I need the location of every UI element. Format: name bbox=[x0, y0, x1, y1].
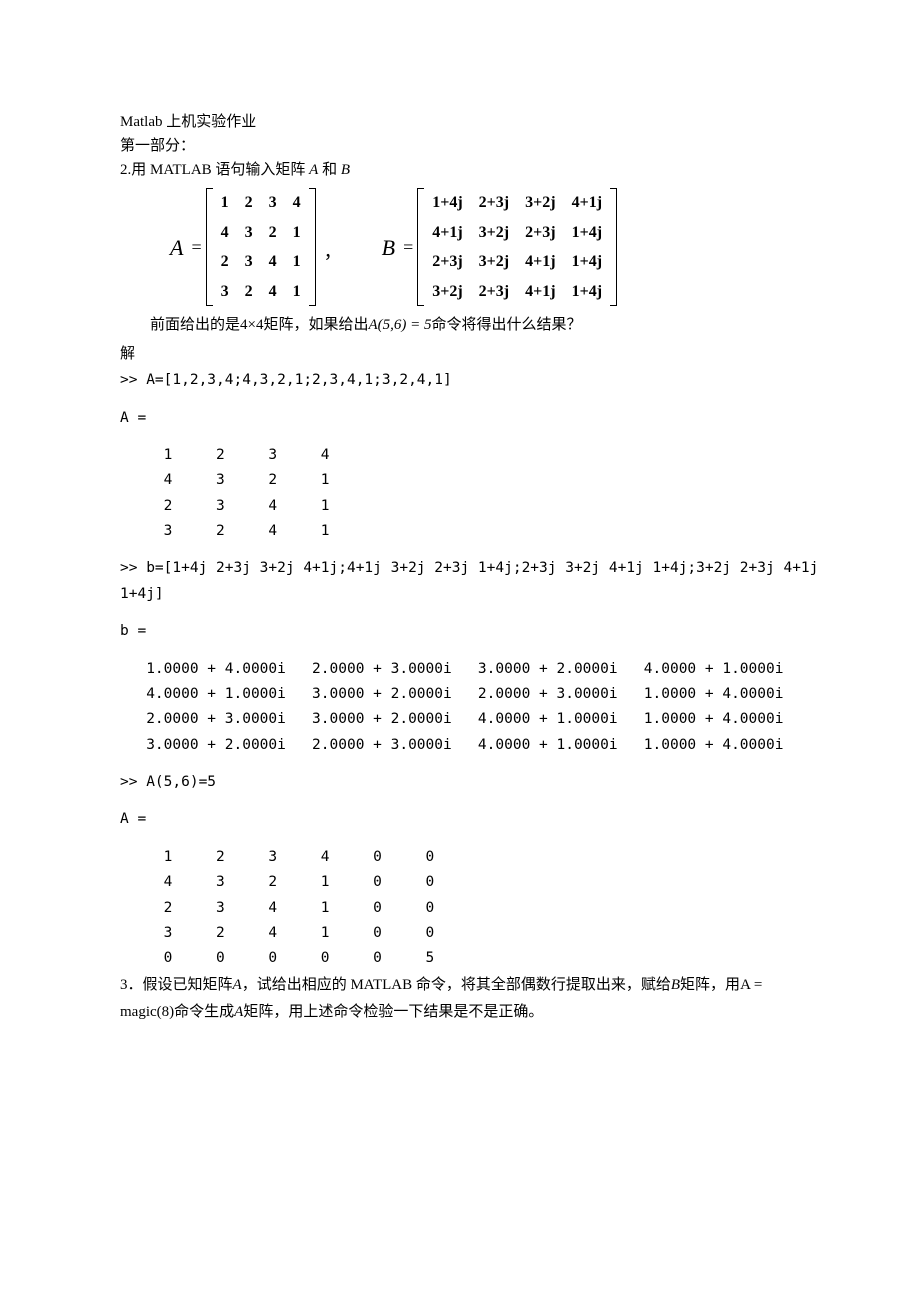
var-B: B bbox=[341, 162, 350, 178]
comma: ， bbox=[324, 238, 342, 307]
matrix-B: 1+4j2+3j3+2j4+1j 4+1j3+2j2+3j1+4j 2+3j3+… bbox=[417, 188, 617, 306]
matrix-A: 1234 4321 2341 3241 bbox=[206, 188, 316, 306]
q2-and: 和 bbox=[322, 162, 337, 178]
output-b-header: b = bbox=[120, 619, 800, 644]
code-input-2: >> b=[1+4j 2+3j 3+2j 4+1j;4+1j 3+2j 2+3j… bbox=[120, 556, 800, 607]
question-2-intro: 2.用 MATLAB 语句输入矩阵 A 和 B bbox=[120, 158, 800, 182]
code-input-3: >> A(5,6)=5 bbox=[120, 770, 800, 795]
section-header: 第一部分： bbox=[120, 134, 800, 158]
equals-sign: = bbox=[403, 233, 413, 262]
document-title: Matlab 上机实验作业 bbox=[120, 110, 800, 134]
output-A2-header: A = bbox=[120, 807, 800, 832]
equals-sign: = bbox=[191, 233, 201, 262]
output-A-header: A = bbox=[120, 406, 800, 431]
solution-label: 解 bbox=[120, 342, 800, 366]
output-A2-rows: 1 2 3 4 0 0 4 3 2 1 0 0 2 3 4 1 0 0 3 2 … bbox=[120, 845, 800, 972]
output-A-rows: 1 2 3 4 4 3 2 1 2 3 4 1 3 2 4 1 bbox=[120, 443, 800, 545]
matrix-B-group: B = 1+4j2+3j3+2j4+1j 4+1j3+2j2+3j1+4j 2+… bbox=[382, 188, 617, 306]
output-b-rows: 1.0000 + 4.0000i 2.0000 + 3.0000i 3.0000… bbox=[120, 657, 800, 759]
var-A: A bbox=[309, 162, 318, 178]
matrix-B-label: B bbox=[382, 230, 395, 265]
question-3: 3．假设已知矩阵A，试给出相应的 MATLAB 命令，将其全部偶数行提取出来，赋… bbox=[120, 972, 800, 1028]
matrix-equations: A = 1234 4321 2341 3241 ， B = 1+4j2+3j3+… bbox=[120, 188, 800, 306]
question-2-followup: 前面给出的是4×4矩阵，如果给出A(5,6) = 5命令将得出什么结果？ bbox=[120, 312, 800, 340]
q2-text: 2.用 MATLAB 语句输入矩阵 bbox=[120, 162, 305, 178]
matrix-A-label: A bbox=[170, 230, 183, 265]
matrix-A-group: A = 1234 4321 2341 3241 bbox=[170, 188, 316, 306]
code-input-1: >> A=[1,2,3,4;4,3,2,1;2,3,4,1;3,2,4,1] bbox=[120, 368, 800, 393]
